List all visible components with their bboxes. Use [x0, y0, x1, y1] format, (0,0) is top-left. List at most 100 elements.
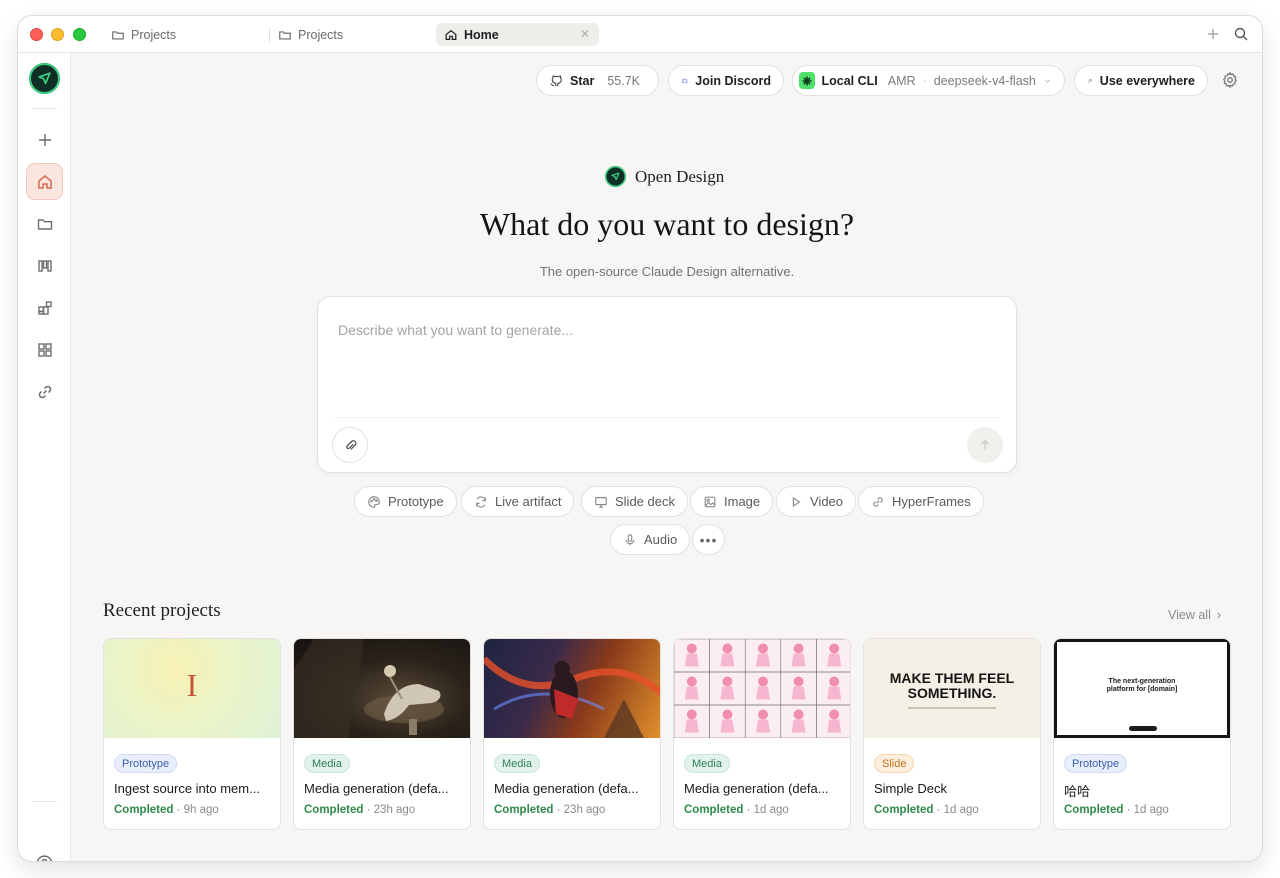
- project-time: 9h ago: [183, 804, 219, 816]
- preview-headline: The next-generation platform for [domain…: [1106, 678, 1178, 693]
- project-status: Completed: [684, 804, 744, 816]
- image-icon: [704, 496, 716, 507]
- project-meta: Completed · 1d ago: [1064, 804, 1169, 816]
- help-icon[interactable]: [35, 854, 54, 861]
- sidebar-item-components[interactable]: [26, 289, 63, 326]
- project-status: Completed: [874, 804, 934, 816]
- cli-model: deepseek-v4-flash: [933, 73, 1036, 88]
- chip-label: Image: [724, 494, 761, 509]
- chip-label: HyperFrames: [892, 494, 971, 509]
- sprite-figure: [744, 671, 782, 706]
- join-discord-button[interactable]: Join Discord: [668, 65, 784, 96]
- tab-label: Projects: [131, 27, 177, 42]
- grid-icon: [37, 342, 52, 357]
- project-card[interactable]: MAKE THEM FEEL SOMETHING. Slide Simple D…: [863, 638, 1041, 830]
- attach-button[interactable]: [332, 427, 368, 463]
- chip-label: Video: [810, 494, 844, 509]
- project-type-badge: Media: [304, 754, 350, 773]
- project-time: 23h ago: [373, 804, 416, 816]
- new-tab-icon[interactable]: [1205, 26, 1221, 42]
- project-type-badge: Media: [684, 754, 730, 773]
- chip-audio[interactable]: Audio: [610, 524, 691, 555]
- dental-chair-image: [294, 639, 444, 738]
- sidebar-item-connections[interactable]: [26, 373, 63, 410]
- link-icon: [873, 496, 883, 507]
- blocks-icon: [37, 300, 52, 315]
- sidebar: [18, 53, 71, 861]
- play-icon: [792, 496, 801, 507]
- project-meta: Completed · 23h ago: [494, 804, 606, 816]
- cursor-arrow-icon: [611, 172, 620, 181]
- chip-video[interactable]: Video: [776, 486, 857, 517]
- tab-projects-1[interactable]: Projects: [103, 23, 184, 46]
- project-status: Completed: [114, 804, 174, 816]
- paperclip-icon: [345, 439, 356, 450]
- project-card[interactable]: Media Media generation (defa... Complete…: [673, 638, 851, 830]
- use-everywhere-label: Use everywhere: [1099, 73, 1195, 88]
- prompt-input[interactable]: [318, 297, 1016, 417]
- refresh-icon: [476, 495, 486, 508]
- maximize-window-button[interactable]: [73, 28, 86, 41]
- chip-live-artifact[interactable]: Live artifact: [461, 486, 575, 517]
- project-thumbnail: I: [104, 639, 280, 738]
- cli-provider: AMR: [887, 73, 916, 88]
- project-type-badge: Prototype: [1064, 754, 1128, 773]
- project-meta: Completed · 23h ago: [304, 804, 416, 816]
- close-window-button[interactable]: [30, 28, 43, 41]
- tab-label: Projects: [298, 27, 344, 42]
- close-tab-icon[interactable]: ✕: [580, 27, 590, 41]
- chip-label: Slide deck: [615, 494, 675, 509]
- chip-slide-deck[interactable]: Slide deck: [581, 486, 688, 517]
- project-title: Media generation (defa...: [304, 781, 449, 796]
- recent-projects-heading: Recent projects: [103, 600, 221, 621]
- project-card[interactable]: The next-generation platform for [domain…: [1053, 638, 1231, 830]
- project-thumbnail: The next-generation platform for [domain…: [1054, 639, 1230, 738]
- send-button[interactable]: [967, 427, 1003, 463]
- palette-icon: [368, 495, 380, 508]
- sprite-figure: [674, 671, 710, 706]
- tab-projects-2[interactable]: Projects: [270, 23, 351, 46]
- sprite-figure: [744, 639, 782, 673]
- discord-label: Join Discord: [695, 73, 771, 88]
- project-title: Simple Deck: [874, 781, 947, 796]
- more-modes-button[interactable]: •••: [692, 524, 725, 555]
- minimize-window-button[interactable]: [51, 28, 64, 41]
- home-icon: [37, 174, 52, 189]
- arrow-up-icon: [981, 439, 989, 450]
- project-card[interactable]: Media Media generation (defa... Complete…: [293, 638, 471, 830]
- plug-icon: [1087, 78, 1093, 83]
- project-type-badge: Media: [494, 754, 540, 773]
- tab-home[interactable]: Home ✕: [436, 23, 599, 46]
- sprite-figure: [674, 639, 710, 673]
- sprite-figure: [744, 704, 782, 738]
- view-all-link[interactable]: View all ›: [1168, 607, 1221, 622]
- sidebar-item-templates[interactable]: [26, 331, 63, 368]
- thumbnail-letter: I: [186, 667, 198, 703]
- chevron-down-icon: [1044, 79, 1051, 83]
- new-project-button[interactable]: [26, 121, 63, 158]
- project-status: Completed: [1064, 804, 1124, 816]
- sidebar-item-home[interactable]: [26, 163, 63, 200]
- app-window: Projects Projects Home ✕ Star 55.7K Join…: [18, 16, 1262, 861]
- chevron-right-icon: ›: [1216, 607, 1222, 622]
- github-star-button[interactable]: Star 55.7K: [536, 65, 659, 96]
- use-everywhere-button[interactable]: Use everywhere: [1074, 65, 1208, 96]
- cli-label: Local CLI: [821, 73, 878, 88]
- local-cli-selector[interactable]: Local CLI AMR · deepseek-v4-flash: [792, 65, 1065, 96]
- chip-hyperframes[interactable]: HyperFrames: [858, 486, 984, 517]
- sprite-figure: [816, 639, 850, 673]
- chip-prototype[interactable]: Prototype: [354, 486, 457, 517]
- view-all-label: View all: [1168, 607, 1211, 622]
- chip-image[interactable]: Image: [690, 486, 774, 517]
- settings-gear-icon[interactable]: [1221, 71, 1239, 89]
- project-meta: Completed · 1d ago: [874, 804, 979, 816]
- project-card[interactable]: Media Media generation (defa... Complete…: [483, 638, 661, 830]
- page-title: What do you want to design?: [479, 206, 855, 242]
- project-card[interactable]: I Prototype Ingest source into mem... Co…: [103, 638, 281, 830]
- prompt-composer: [317, 296, 1017, 473]
- app-logo[interactable]: [29, 63, 60, 94]
- search-icon[interactable]: [1233, 26, 1249, 42]
- sprite-figure: [709, 671, 746, 706]
- sidebar-divider: [32, 108, 57, 109]
- anime-battle-image: [484, 656, 660, 738]
